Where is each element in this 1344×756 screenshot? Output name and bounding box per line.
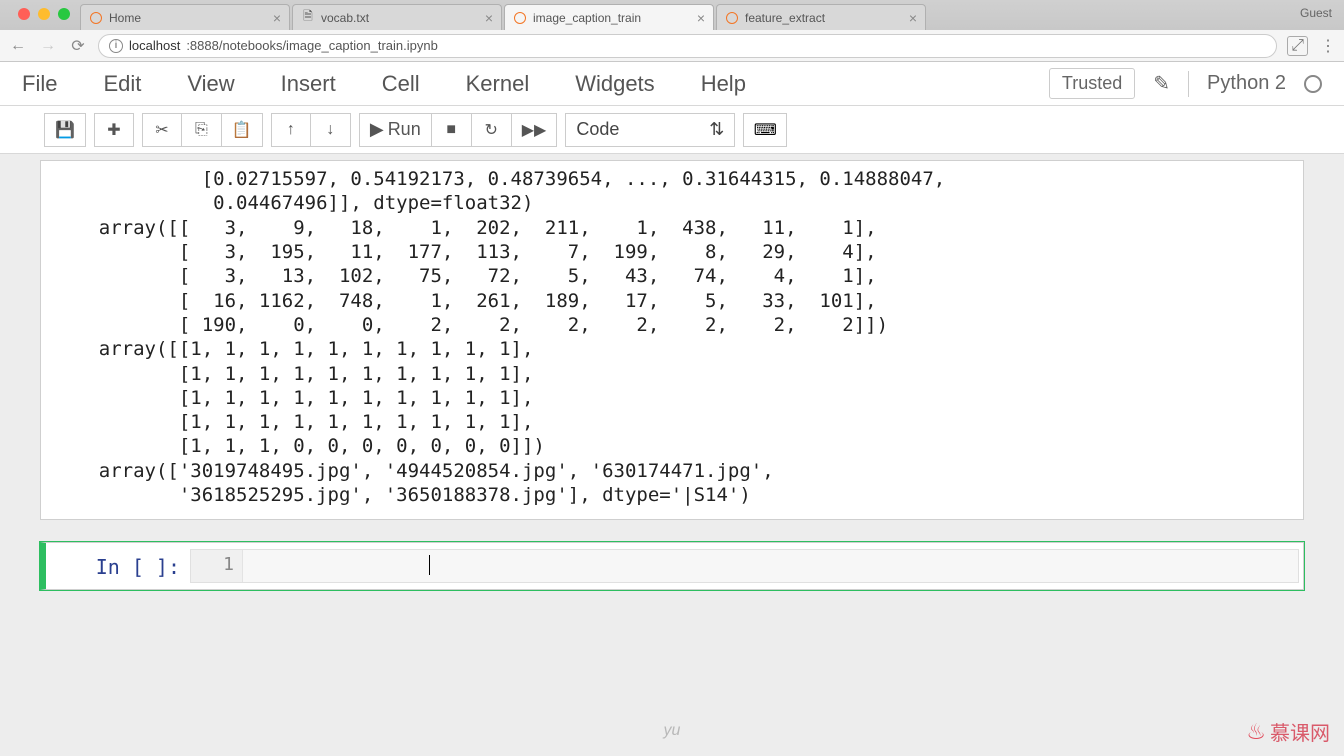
footer-caption: yu xyxy=(664,722,681,740)
run-button[interactable]: ▶ Run xyxy=(359,113,432,147)
kernel-name: Python 2 xyxy=(1207,72,1286,95)
zoom-icon[interactable]: ⤢ xyxy=(1287,36,1308,56)
tab-title: feature_extract xyxy=(745,11,903,25)
menu-kernel[interactable]: Kernel xyxy=(466,71,530,97)
file-icon: 🗎 xyxy=(301,11,315,25)
jupyter-menubar: File Edit View Insert Cell Kernel Widget… xyxy=(0,62,1344,106)
run-label: Run xyxy=(388,119,421,140)
minimize-window-icon[interactable] xyxy=(38,8,50,20)
cell-type-value: Code xyxy=(576,119,619,140)
watermark: ♨ 慕课网 xyxy=(1246,717,1330,746)
back-button[interactable]: ← xyxy=(8,36,28,56)
site-info-icon[interactable]: i xyxy=(109,39,123,53)
menu-edit[interactable]: Edit xyxy=(103,71,141,97)
output-cell: [0.02715597, 0.54192173, 0.48739654, ...… xyxy=(40,160,1304,520)
menu-help[interactable]: Help xyxy=(701,71,746,97)
address-bar-tools: ⤢ ⋮ xyxy=(1287,36,1336,56)
tab-title: Home xyxy=(109,11,267,25)
guest-label[interactable]: Guest xyxy=(1300,6,1332,20)
notebook-container: [0.02715597, 0.54192173, 0.48739654, ...… xyxy=(0,160,1344,590)
menu-widgets[interactable]: Widgets xyxy=(575,71,654,97)
flame-icon: ♨ xyxy=(1246,719,1266,745)
menu-cell[interactable]: Cell xyxy=(382,71,420,97)
browser-tab-feature-extract[interactable]: feature_extract × xyxy=(716,4,926,30)
watermark-text: 慕课网 xyxy=(1270,717,1330,746)
edit-icon[interactable]: ✎ xyxy=(1153,71,1170,96)
kernel-indicator-icon xyxy=(1304,75,1322,93)
tab-strip: Home × 🗎 vocab.txt × image_caption_train… xyxy=(0,0,1344,30)
url-path: :8888/notebooks/image_caption_train.ipyn… xyxy=(186,38,438,53)
menu-file[interactable]: File xyxy=(22,71,57,97)
restart-button[interactable]: ↻ xyxy=(472,113,512,147)
text-cursor xyxy=(429,555,430,575)
window-controls xyxy=(8,0,80,20)
save-button[interactable]: 💾 xyxy=(44,113,86,147)
browser-tab-home[interactable]: Home × xyxy=(80,4,290,30)
forward-button[interactable]: → xyxy=(38,36,58,56)
url-host: localhost xyxy=(129,38,180,53)
divider xyxy=(1188,71,1189,97)
stop-button[interactable]: ■ xyxy=(432,113,472,147)
move-up-button[interactable]: ↑ xyxy=(271,113,311,147)
browser-tab-vocab[interactable]: 🗎 vocab.txt × xyxy=(292,4,502,30)
close-window-icon[interactable] xyxy=(18,8,30,20)
trusted-badge[interactable]: Trusted xyxy=(1049,68,1135,99)
cell-type-select[interactable]: Code ⇅ xyxy=(565,113,735,147)
reload-button[interactable]: ⟳ xyxy=(68,36,88,56)
tab-title: vocab.txt xyxy=(321,11,479,25)
close-icon[interactable]: × xyxy=(485,10,493,26)
cut-button[interactable]: ✂ xyxy=(142,113,182,147)
address-bar: ← → ⟳ i localhost :8888/notebooks/image_c… xyxy=(0,30,1344,62)
add-cell-button[interactable]: ✚ xyxy=(94,113,134,147)
code-input[interactable] xyxy=(243,550,1298,582)
close-icon[interactable]: × xyxy=(697,10,705,26)
cell-prompt: In [ ]: xyxy=(50,549,190,583)
browser-chrome: Home × 🗎 vocab.txt × image_caption_train… xyxy=(0,0,1344,62)
close-icon[interactable]: × xyxy=(273,10,281,26)
chevron-updown-icon: ⇅ xyxy=(709,119,724,140)
line-number: 1 xyxy=(191,550,243,582)
code-editor[interactable]: 1 xyxy=(190,549,1299,583)
move-down-button[interactable]: ↓ xyxy=(311,113,351,147)
paste-button[interactable]: 📋 xyxy=(222,113,263,147)
browser-tab-image-caption-train[interactable]: image_caption_train × xyxy=(504,4,714,30)
tab-title: image_caption_train xyxy=(533,11,691,25)
input-cell[interactable]: In [ ]: 1 xyxy=(40,542,1304,590)
maximize-window-icon[interactable] xyxy=(58,8,70,20)
jupyter-icon xyxy=(89,11,103,25)
close-icon[interactable]: × xyxy=(909,10,917,26)
jupyter-icon xyxy=(513,11,527,25)
play-icon: ▶ xyxy=(370,119,384,140)
jupyter-toolbar: 💾 ✚ ✂ ⎘ 📋 ↑ ↓ ▶ Run ■ ↻ ▶▶ Code ⇅ ⌨ xyxy=(0,106,1344,154)
url-field[interactable]: i localhost :8888/notebooks/image_caption… xyxy=(98,34,1277,58)
command-palette-button[interactable]: ⌨ xyxy=(743,113,787,147)
output-text: [0.02715597, 0.54192173, 0.48739654, ...… xyxy=(47,165,1297,509)
menu-icon[interactable]: ⋮ xyxy=(1320,36,1336,56)
fast-forward-button[interactable]: ▶▶ xyxy=(512,113,558,147)
jupyter-icon xyxy=(725,11,739,25)
menu-insert[interactable]: Insert xyxy=(281,71,336,97)
menu-view[interactable]: View xyxy=(187,71,234,97)
copy-button[interactable]: ⎘ xyxy=(182,113,222,147)
